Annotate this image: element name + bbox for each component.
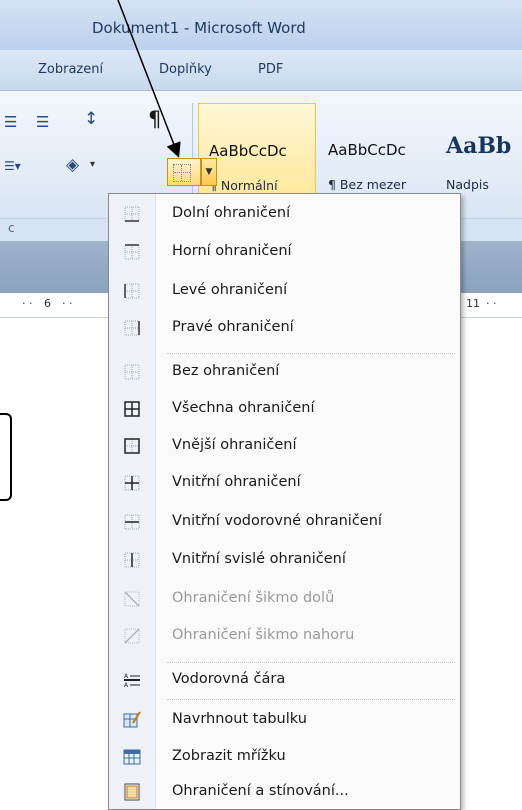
style-name: ¶ Bez mezer <box>328 177 406 192</box>
increase-indent-icon[interactable]: ☰ <box>36 113 49 131</box>
ruler-number: 6 <box>44 297 51 310</box>
menu-item-label: Všechna ohraničení <box>172 400 315 416</box>
menu-item-label: Horní ohraničení <box>172 243 292 259</box>
menu-item-bottom-border[interactable]: Dolní ohraničení <box>109 196 460 232</box>
borders-dropdown-menu: Dolní ohraničení Horní ohraničení Levé o… <box>108 193 461 810</box>
left-border-icon <box>123 282 141 300</box>
right-border-icon <box>123 319 141 337</box>
menu-item-horizontal-line[interactable]: AA Vodorovná čára <box>109 662 460 698</box>
menu-item-view-gridlines[interactable]: Zobrazit mřížku <box>109 739 460 775</box>
borders-shading-icon <box>123 783 141 801</box>
menu-item-label: Vodorovná čára <box>172 671 286 687</box>
inside-borders-icon <box>123 474 141 492</box>
tab-zobrazeni[interactable]: Zobrazení <box>38 62 103 77</box>
menu-item-inside-borders[interactable]: Vnitřní ohraničení <box>109 465 460 501</box>
menu-item-label: Levé ohraničení <box>172 282 288 298</box>
tab-doplnky[interactable]: Doplňky <box>159 62 212 77</box>
menu-item-label: Vnitřní svislé ohraničení <box>172 551 346 567</box>
menu-item-borders-and-shading[interactable]: Ohraničení a stínování... <box>109 774 460 810</box>
outside-borders-icon <box>123 437 141 455</box>
inside-vertical-border-icon <box>123 551 141 569</box>
menu-item-diagonal-up-border: Ohraničení šikmo nahoru <box>109 618 460 654</box>
menu-item-label: Zobrazit mřížku <box>172 748 286 764</box>
ruler-dots: · · <box>486 297 497 310</box>
shading-dropdown-icon[interactable]: ▾ <box>90 159 95 170</box>
svg-text:A: A <box>124 682 129 689</box>
line-spacing-icon[interactable]: ☰▾ <box>4 159 21 173</box>
menu-item-left-border[interactable]: Levé ohraničení <box>109 273 460 309</box>
menu-item-label: Vnitřní ohraničení <box>172 474 301 490</box>
menu-item-label: Vnitřní vodorovné ohraničení <box>172 513 382 529</box>
menu-item-label: Navrhnout tabulku <box>172 711 307 727</box>
top-border-icon <box>123 243 141 261</box>
style-sample-text: AaBbCcDc <box>328 141 406 159</box>
menu-item-inside-vertical-border[interactable]: Vnitřní svislé ohraničení <box>109 542 460 578</box>
tab-pdf[interactable]: PDF <box>258 62 283 77</box>
menu-item-draw-table[interactable]: Navrhnout tabulku <box>109 702 460 738</box>
menu-item-label: Pravé ohraničení <box>172 319 294 335</box>
menu-item-top-border[interactable]: Horní ohraničení <box>109 234 460 270</box>
shading-icon[interactable]: ◈ <box>66 155 79 175</box>
menu-item-inside-horizontal-border[interactable]: Vnitřní vodorovné ohraničení <box>109 504 460 540</box>
menu-item-diagonal-down-border: Ohraničení šikmo dolů <box>109 581 460 617</box>
ruler-number: 11 <box>466 297 480 310</box>
style-sample-text: AaBb <box>446 133 512 159</box>
ribbon-group-label: c <box>8 221 15 235</box>
show-formatting-marks-icon[interactable]: ¶ <box>148 107 161 131</box>
menu-item-all-borders[interactable]: Všechna ohraničení <box>109 391 460 427</box>
diagonal-up-border-icon <box>123 627 141 645</box>
ruler-dots: · · <box>62 297 73 310</box>
horizontal-line-icon: AA <box>123 671 141 689</box>
menu-item-right-border[interactable]: Pravé ohraničení <box>109 310 460 346</box>
title-bar: Dokument1 - Microsoft Word <box>0 0 522 50</box>
menu-item-label: Ohraničení šikmo nahoru <box>172 627 355 643</box>
borders-icon <box>173 164 191 182</box>
draw-table-icon <box>123 711 141 729</box>
menu-item-label: Vnější ohraničení <box>172 437 297 453</box>
menu-item-label: Dolní ohraničení <box>172 205 291 221</box>
menu-item-no-border[interactable]: Bez ohraničení <box>109 354 460 390</box>
borders-button[interactable] <box>167 158 201 186</box>
style-name: Nadpis <box>446 177 489 192</box>
svg-text:A: A <box>124 673 129 680</box>
bottom-border-icon <box>123 205 141 223</box>
ribbon-tab-bar: Zobrazení Doplňky PDF <box>0 50 522 91</box>
menu-separator <box>167 699 455 700</box>
menu-item-label: Ohraničení šikmo dolů <box>172 590 335 606</box>
no-border-icon <box>123 363 141 381</box>
view-gridlines-icon <box>123 748 141 766</box>
window-title: Dokument1 - Microsoft Word <box>92 19 306 37</box>
menu-item-outside-borders[interactable]: Vnější ohraničení <box>109 428 460 464</box>
diagonal-down-border-icon <box>123 590 141 608</box>
sort-icon[interactable]: ↕ <box>84 109 98 129</box>
annotation-box <box>0 413 12 501</box>
borders-dropdown-button[interactable]: ▼ <box>201 158 217 186</box>
menu-item-label: Bez ohraničení <box>172 363 280 379</box>
all-borders-icon <box>123 400 141 418</box>
decrease-indent-icon[interactable]: ☰ <box>4 113 17 131</box>
ruler-dots: · · <box>22 297 33 310</box>
inside-horizontal-border-icon <box>123 513 141 531</box>
style-sample-text: AaBbCcDc <box>209 142 287 160</box>
menu-item-label: Ohraničení a stínování... <box>172 783 349 799</box>
style-name: ¶ Normální <box>209 178 278 193</box>
